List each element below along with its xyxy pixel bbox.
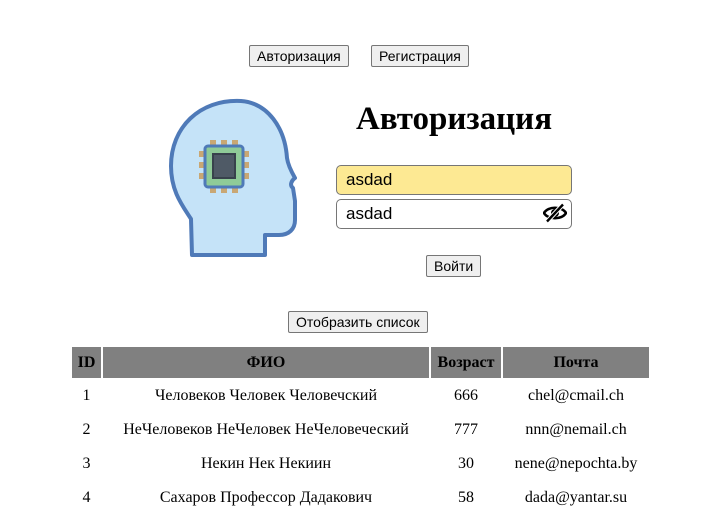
password-input[interactable]: asdad: [336, 199, 572, 229]
cell-fio: Сахаров Профессор Дадакович: [159, 489, 373, 506]
cell-email: nene@nepochta.by: [514, 455, 638, 472]
cell-age: 777: [454, 421, 478, 438]
table-row: 3 Некин Нек Некиин 30 nene@nepochta.by: [72, 448, 649, 480]
cell-age: 30: [458, 455, 474, 472]
cell-id: 3: [82, 455, 91, 472]
table-header-row: ID ФИО Возраст Почта: [72, 347, 649, 378]
cell-id: 2: [82, 421, 91, 438]
login-input[interactable]: asdad: [336, 165, 572, 195]
users-table: ID ФИО Возраст Почта 1 Человеков Человек…: [70, 345, 651, 516]
cell-fio: Человеков Человек Человечский: [154, 387, 378, 404]
column-header-age: Возраст: [431, 347, 501, 378]
eye-off-icon[interactable]: [542, 202, 568, 224]
cell-id: 1: [82, 387, 91, 404]
column-header-email: Почта: [503, 347, 649, 378]
cell-fio: Некин Нек Некиин: [200, 455, 332, 472]
auth-nav-button[interactable]: Авторизация: [249, 45, 349, 67]
table-row: 2 НеЧеловеков НеЧеловек НеЧеловеческий 7…: [72, 414, 649, 446]
column-header-id: ID: [72, 347, 101, 378]
register-nav-button[interactable]: Регистрация: [371, 45, 469, 67]
cell-email: nnn@nemail.ch: [525, 421, 627, 438]
cell-age: 666: [454, 387, 478, 404]
column-header-fio: ФИО: [103, 347, 429, 378]
page-title: Авторизация: [355, 101, 553, 137]
cell-age: 58: [458, 489, 474, 506]
table-row: 4 Сахаров Профессор Дадакович 58 dada@ya…: [72, 482, 649, 514]
head-chip-icon: [165, 98, 297, 258]
cell-email: dada@yantar.su: [524, 489, 628, 506]
login-submit-button[interactable]: Войти: [426, 255, 482, 277]
page: Авторизация Регистрация Авторизация asda…: [0, 0, 711, 519]
table-row: 1 Человеков Человек Человечский 666 chel…: [72, 380, 649, 412]
show-list-button[interactable]: Отобразить список: [288, 311, 428, 333]
cell-email: chel@cmail.ch: [527, 387, 625, 404]
cell-id: 4: [82, 489, 91, 506]
cell-fio: НеЧеловеков НеЧеловек НеЧеловеческий: [123, 421, 409, 438]
